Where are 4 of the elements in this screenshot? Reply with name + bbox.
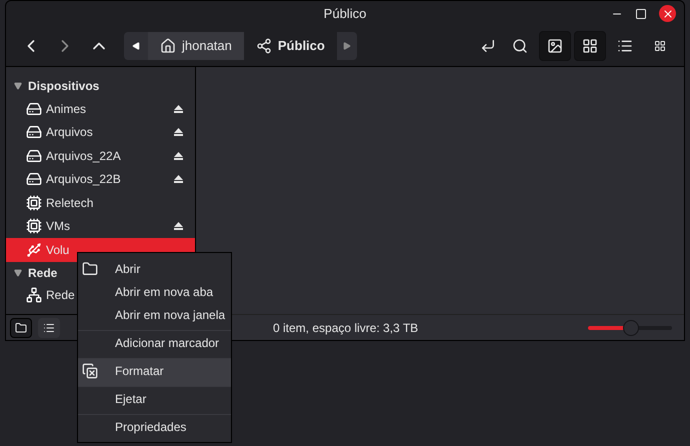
section-heading: Rede [28,264,58,282]
window-title: Público [324,4,366,23]
status-text: 0 item, espaço livre: 3,3 TB [273,320,420,336]
section-heading: Dispositivos [28,78,100,95]
